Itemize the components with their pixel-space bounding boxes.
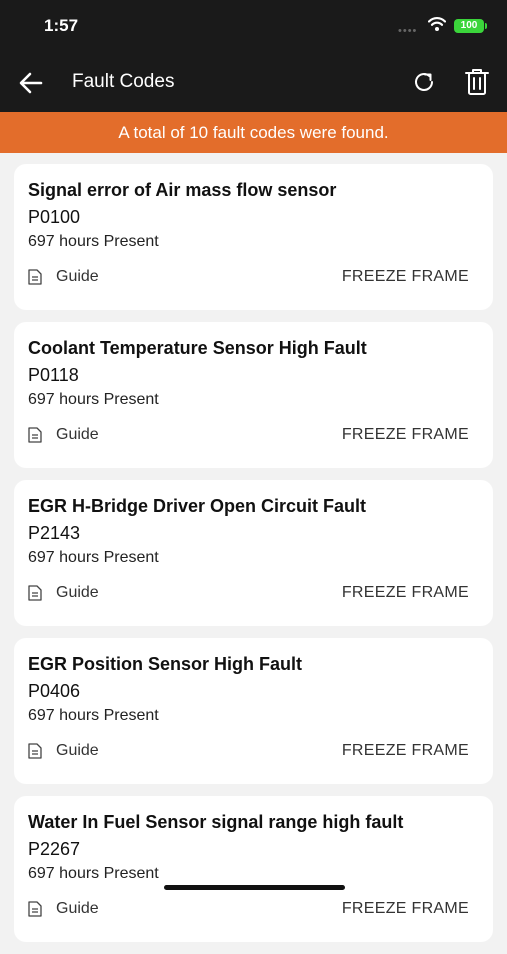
home-indicator [164,885,345,890]
back-arrow-icon[interactable] [16,68,46,98]
card-actions: Guide FREEZE FRAME [28,900,469,920]
card-actions: Guide FREEZE FRAME [28,268,469,288]
trash-icon[interactable] [463,67,491,97]
guide-label: Guide [56,742,99,759]
wifi-icon [428,17,446,31]
document-icon [28,269,42,285]
status-bar: 1:57 •••• 100 [0,0,507,54]
document-icon [28,743,42,759]
guide-button[interactable]: Guide [28,900,99,918]
fault-code: P2267 [28,839,81,859]
freeze-frame-button[interactable]: FREEZE FRAME [342,742,469,760]
guide-button[interactable]: Guide [28,742,99,760]
fault-status: 697 hours Present [28,865,159,882]
cellular-signal-icon: •••• [398,25,418,37]
battery-icon: 100 [454,19,487,33]
fault-card[interactable]: Water In Fuel Sensor signal range high f… [14,796,493,942]
guide-label: Guide [56,584,99,601]
guide-button[interactable]: Guide [28,584,99,602]
fault-status: 697 hours Present [28,233,159,250]
card-actions: Guide FREEZE FRAME [28,584,469,604]
fault-status: 697 hours Present [28,707,159,724]
fault-title: Coolant Temperature Sensor High Fault [28,338,367,358]
fault-status: 697 hours Present [28,391,159,408]
page-title: Fault Codes [72,71,175,92]
fault-card[interactable]: Coolant Temperature Sensor High Fault P0… [14,322,493,468]
freeze-frame-button[interactable]: FREEZE FRAME [342,426,469,444]
fault-title: Signal error of Air mass flow sensor [28,180,337,200]
card-actions: Guide FREEZE FRAME [28,742,469,762]
card-actions: Guide FREEZE FRAME [28,426,469,446]
fault-card[interactable]: Signal error of Air mass flow sensor P01… [14,164,493,310]
nav-bar: Fault Codes [0,54,507,112]
document-icon [28,427,42,443]
freeze-frame-button[interactable]: FREEZE FRAME [342,900,469,918]
fault-title: EGR H-Bridge Driver Open Circuit Fault [28,496,367,516]
guide-label: Guide [56,900,99,917]
fault-code: P2143 [28,523,81,543]
fault-title: Water In Fuel Sensor signal range high f… [28,812,404,832]
fault-code: P0406 [28,681,81,701]
fault-count-banner: A total of 10 fault codes were found. [0,112,507,153]
document-icon [28,901,42,917]
status-time: 1:57 [44,16,79,35]
fault-code-list: Signal error of Air mass flow sensor P01… [14,164,493,954]
guide-label: Guide [56,268,99,285]
fault-card[interactable]: EGR Position Sensor High Fault P0406 697… [14,638,493,784]
refresh-icon[interactable] [410,68,438,96]
fault-card[interactable]: EGR H-Bridge Driver Open Circuit Fault P… [14,480,493,626]
fault-title: EGR Position Sensor High Fault [28,654,303,674]
fault-code: P0118 [28,365,79,385]
freeze-frame-button[interactable]: FREEZE FRAME [342,268,469,286]
fault-code: P0100 [28,207,81,227]
document-icon [28,585,42,601]
guide-button[interactable]: Guide [28,426,99,444]
fault-status: 697 hours Present [28,549,159,566]
guide-label: Guide [56,426,99,443]
freeze-frame-button[interactable]: FREEZE FRAME [342,584,469,602]
guide-button[interactable]: Guide [28,268,99,286]
